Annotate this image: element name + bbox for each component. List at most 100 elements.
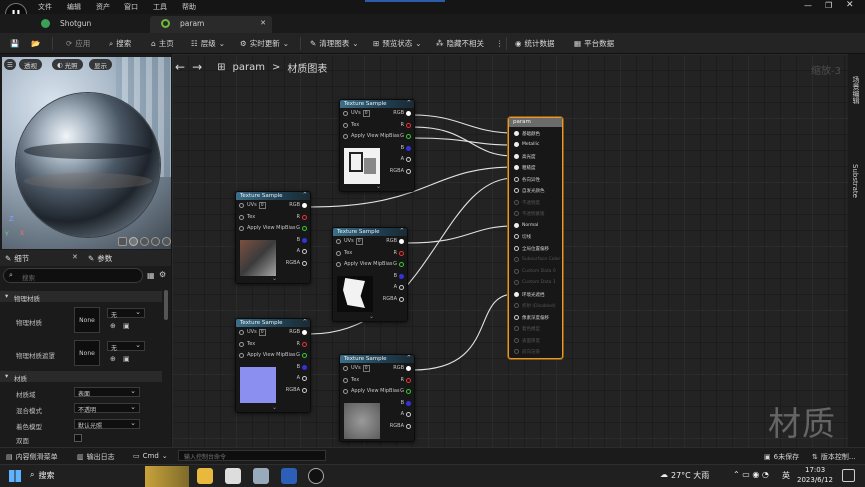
pin-mip[interactable]: Apply View MipBias G xyxy=(333,259,407,271)
texture-sample-node[interactable]: Texture Sample UVs0 RGB Tex R Apply View M… xyxy=(339,99,415,192)
pin-label: B xyxy=(393,272,397,279)
pin-label: Apply View MipBias xyxy=(247,352,296,358)
cloud-icon: ☁ xyxy=(660,470,668,479)
texture-preview xyxy=(337,276,373,312)
pin-tex[interactable]: Tex R xyxy=(340,375,414,387)
material-result-node[interactable]: param 基础颜色 Metallic 高光度 粗糙度 各向异性 自发光颜色 不… xyxy=(508,117,563,359)
pin-label: G xyxy=(400,133,404,139)
texture-sample-node[interactable]: Texture Sample UVs0 RGB Tex R Apply View M… xyxy=(339,354,415,442)
output-log-button[interactable]: ▥ 输出日志 xyxy=(77,452,115,462)
widget-thumbnail[interactable] xyxy=(145,466,189,487)
pin-label: Apply View MipBias xyxy=(344,261,393,267)
pin-subsurface-color[interactable] xyxy=(514,257,519,262)
level-editor-tab[interactable]: 场景编辑 xyxy=(851,76,861,104)
word-icon[interactable] xyxy=(281,468,297,484)
pin-tex[interactable]: Tex R xyxy=(236,212,310,224)
texture-preview xyxy=(344,403,380,439)
pin-uvs[interactable]: UVs 0 RGB xyxy=(236,327,310,339)
pin-tex[interactable]: Tex R xyxy=(333,248,407,260)
node-title: Texture Sample xyxy=(236,192,310,200)
pin-ambient-occlusion[interactable] xyxy=(514,292,519,297)
chevron-down-icon[interactable]: ⌄ xyxy=(376,183,381,190)
pin-surface-thickness[interactable] xyxy=(514,338,519,343)
pin-pixel-depth-offset[interactable] xyxy=(514,315,519,320)
chevron-down-icon[interactable]: ⌄ xyxy=(272,404,277,411)
pin-uvs[interactable]: UVs 0 RGB xyxy=(340,108,414,120)
cmd-label: Cmd xyxy=(142,452,159,460)
substrate-tab[interactable]: Substrate xyxy=(851,164,859,198)
pin-normal[interactable] xyxy=(514,223,519,228)
pin-shading-model[interactable] xyxy=(514,326,519,331)
pin-label: RGB xyxy=(393,365,404,371)
blank-document-icon[interactable] xyxy=(225,468,241,484)
pin-label: 表面厚度 xyxy=(522,339,540,344)
pin-label: R xyxy=(400,376,404,383)
node-title: Texture Sample xyxy=(333,228,407,236)
console-command-input[interactable]: 输入控制台命令 xyxy=(178,450,326,461)
pin-base-color[interactable] xyxy=(514,131,519,136)
texture-preview xyxy=(240,367,276,403)
texture-sample-node[interactable]: Texture Sample UVs0 RGB Tex R Apply View M… xyxy=(332,227,408,322)
pin-label: Tex xyxy=(247,340,256,347)
pin-mip[interactable]: Apply View MipBias G xyxy=(236,350,310,362)
tray-icons[interactable]: ⌃ ▭ ◉ ◔ xyxy=(733,470,769,479)
windows-start-icon[interactable] xyxy=(9,470,21,482)
file-explorer-icon[interactable] xyxy=(197,468,213,484)
pin-label: A xyxy=(400,156,404,162)
pin-metallic[interactable] xyxy=(514,142,519,147)
pin-label: G xyxy=(296,225,300,231)
source-control-button[interactable]: ⇅ 版本控制... xyxy=(812,452,856,462)
pin-uvs[interactable]: UVs 0 RGB xyxy=(340,363,414,375)
pin-label: 前向渲染 xyxy=(522,350,540,355)
pin-label: Tex xyxy=(344,249,353,256)
pin-world-position-offset[interactable] xyxy=(514,246,519,251)
pin-emissive[interactable] xyxy=(514,188,519,193)
pin-anisotropy[interactable] xyxy=(514,177,519,182)
pin-custom-data-0[interactable] xyxy=(514,269,519,274)
pin-front-material[interactable] xyxy=(514,349,519,354)
uv-index: 0 xyxy=(362,365,370,372)
chevron-down-icon[interactable]: ⌄ xyxy=(272,275,277,282)
pin-opacity[interactable] xyxy=(514,200,519,205)
pin-label: RGB xyxy=(393,110,404,116)
clock-date[interactable]: 2023/6/12 xyxy=(797,476,833,484)
clock-time[interactable]: 17:03 xyxy=(805,466,825,474)
pin-uvs[interactable]: UVs 0 RGB xyxy=(236,200,310,212)
pin-mip[interactable]: Apply View MipBias G xyxy=(340,131,414,143)
pin-label: B xyxy=(400,399,404,406)
content-drawer-button[interactable]: ▤ 内容侧滑菜单 xyxy=(6,452,58,462)
taskbar-search[interactable]: ⌕ 搜索 xyxy=(30,470,54,481)
pin-opacity-mask[interactable] xyxy=(514,211,519,216)
pin-specular[interactable] xyxy=(514,154,519,159)
pin-tex[interactable]: Tex R xyxy=(340,120,414,132)
weather-widget[interactable]: ☁ 27°C 大雨 xyxy=(660,470,709,481)
texture-sample-node[interactable]: Texture Sample UVs0 RGB Tex R Apply View M… xyxy=(235,318,311,413)
pin-tex[interactable]: Tex R xyxy=(236,339,310,351)
pin-uvs[interactable]: UVs 0 RGB xyxy=(333,236,407,248)
pin-label: G xyxy=(393,261,397,267)
pin-custom-data-1[interactable] xyxy=(514,280,519,285)
input-language[interactable]: 英 xyxy=(782,470,790,481)
wire-layer xyxy=(309,114,515,371)
unreal-taskbar-icon[interactable] xyxy=(308,468,324,484)
pin-roughness[interactable] xyxy=(514,165,519,170)
pin-refraction[interactable] xyxy=(514,303,519,308)
notification-icon[interactable] xyxy=(842,469,855,482)
texture-sample-node[interactable]: Texture Sample UVs0 RGB Tex R Apply View M… xyxy=(235,191,311,284)
pin-mip[interactable]: Apply View MipBias G xyxy=(236,223,310,235)
chevron-down-icon[interactable]: ⌄ xyxy=(369,313,374,320)
pin-label: 全局位置偏移 xyxy=(522,247,549,252)
unsaved-button[interactable]: ▣ 6未保存 xyxy=(764,452,799,462)
uv-index: 0 xyxy=(258,329,266,336)
pin-tangent[interactable] xyxy=(514,234,519,239)
pin-label: Tex xyxy=(351,121,360,128)
pin-label: 环境光遮挡 xyxy=(522,293,545,298)
cmd-dropdown[interactable]: ▭ Cmd ⌄ xyxy=(133,452,168,460)
search-icon: ⌕ xyxy=(30,470,35,479)
pin-mip[interactable]: Apply View MipBias G xyxy=(340,386,414,398)
pin-label: G xyxy=(296,352,300,358)
image-viewer-icon[interactable] xyxy=(253,468,269,484)
pin-label: 不透明度 xyxy=(522,201,540,206)
node-title: Texture Sample xyxy=(340,355,414,363)
windows-taskbar: ⌕ 搜索 ☁ 27°C 大雨 ⌃ ▭ ◉ ◔ 英 17:03 2023/6/12 xyxy=(0,464,865,487)
